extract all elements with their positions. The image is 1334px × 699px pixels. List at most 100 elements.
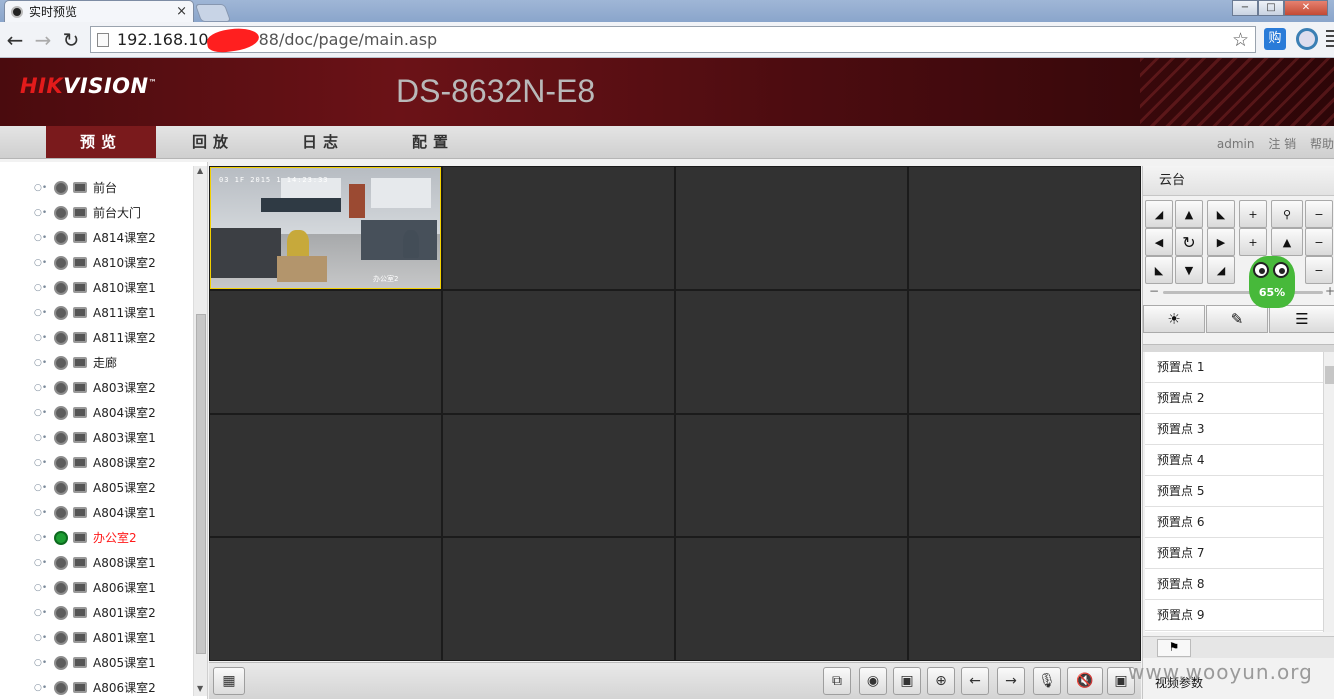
record-icon[interactable] xyxy=(73,532,87,543)
channel-item[interactable]: ○• 前台 xyxy=(34,175,117,200)
video-window[interactable] xyxy=(443,290,674,413)
channel-item[interactable]: ○• A801课室2 xyxy=(34,600,156,625)
preset-item[interactable]: 预置点 6 xyxy=(1145,507,1323,538)
record-icon[interactable] xyxy=(73,607,87,618)
camera-icon[interactable] xyxy=(54,455,68,470)
camera-icon[interactable] xyxy=(54,205,68,220)
video-window[interactable] xyxy=(676,167,907,289)
record-icon[interactable] xyxy=(73,457,87,468)
record-icon[interactable] xyxy=(73,307,87,318)
video-window[interactable] xyxy=(210,290,441,413)
ptz-up-right-icon[interactable]: ◣ xyxy=(1207,200,1235,228)
scroll-thumb[interactable] xyxy=(196,314,206,654)
zoom-icon[interactable]: ⊕ xyxy=(927,667,955,695)
channel-tree-scrollbar[interactable]: ▲ ▼ xyxy=(193,166,207,696)
video-window-live[interactable]: 03 1F 2015 1 14:23:33 办公室2 xyxy=(210,167,441,289)
microphone-icon[interactable]: 🎙 xyxy=(1033,667,1061,695)
camera-icon[interactable] xyxy=(54,580,68,595)
ptz-up-icon[interactable]: ▲ xyxy=(1175,200,1203,228)
video-window[interactable] xyxy=(676,538,907,660)
record-icon[interactable] xyxy=(73,182,87,193)
address-bar[interactable]: 192.168.10 88/doc/page/main.asp ☆ xyxy=(90,24,1256,55)
stop-all-icon[interactable]: ⧉ xyxy=(823,667,851,695)
record-icon[interactable] xyxy=(73,407,87,418)
record-icon[interactable] xyxy=(73,282,87,293)
camera-icon[interactable] xyxy=(54,630,68,645)
prev-page-icon[interactable]: ← xyxy=(961,667,989,695)
video-window[interactable] xyxy=(909,167,1140,289)
preset-tab-icon[interactable]: ⚑ xyxy=(1157,639,1191,657)
record-icon[interactable] xyxy=(73,682,87,693)
scroll-up-icon[interactable]: ▲ xyxy=(197,166,203,175)
camera-icon[interactable] xyxy=(54,405,68,420)
bookmark-star-icon[interactable]: ☆ xyxy=(1232,29,1249,51)
camera-icon[interactable] xyxy=(54,480,68,495)
channel-item[interactable]: ○• A804课室2 xyxy=(34,400,156,425)
video-window[interactable] xyxy=(909,414,1140,537)
record-icon[interactable] xyxy=(73,582,87,593)
record-icon[interactable] xyxy=(73,207,87,218)
video-window[interactable] xyxy=(443,538,674,660)
reload-icon[interactable]: ↻ xyxy=(58,27,84,53)
camera-icon[interactable] xyxy=(54,380,68,395)
video-window[interactable] xyxy=(210,414,441,537)
camera-icon[interactable] xyxy=(54,605,68,620)
ptz-left-icon[interactable]: ◀ xyxy=(1145,228,1173,256)
preset-scrollbar[interactable] xyxy=(1323,352,1334,632)
ptz-speed-slider[interactable]: − + xyxy=(1145,284,1334,300)
zoom-out-icon[interactable]: − xyxy=(1305,200,1333,228)
preset-item[interactable]: 预置点 5 xyxy=(1145,476,1323,507)
layout-grid-icon[interactable]: ▦ xyxy=(213,667,245,695)
close-window-button[interactable]: ✕ xyxy=(1284,0,1328,16)
zoom-in-icon[interactable]: + xyxy=(1239,200,1267,228)
ptz-right-icon[interactable]: ▶ xyxy=(1207,228,1235,256)
record-icon[interactable] xyxy=(73,557,87,568)
ptz-down-icon[interactable]: ▼ xyxy=(1175,256,1203,284)
browser-menu-icon[interactable] xyxy=(1326,30,1334,48)
record-icon[interactable] xyxy=(73,432,87,443)
new-tab-button[interactable] xyxy=(194,4,232,22)
back-icon[interactable]: ← xyxy=(2,27,28,53)
camera-icon[interactable] xyxy=(54,355,68,370)
video-window[interactable] xyxy=(909,290,1140,413)
channel-item[interactable]: ○• 办公室2 xyxy=(34,525,137,550)
channel-item[interactable]: ○• A805课室1 xyxy=(34,650,156,675)
channel-item[interactable]: ○• A811课室1 xyxy=(34,300,156,325)
record-icon[interactable] xyxy=(73,357,87,368)
extension-icon[interactable] xyxy=(1296,28,1318,50)
menu-log[interactable]: 日志 xyxy=(268,126,378,158)
ptz-up-left-icon[interactable]: ◢ xyxy=(1145,200,1173,228)
shopping-extension-icon[interactable]: 购 xyxy=(1264,28,1286,50)
channel-item[interactable]: ○• A803课室2 xyxy=(34,375,156,400)
menu-config[interactable]: 配置 xyxy=(378,126,488,158)
ptz-auto-icon[interactable]: ↻ xyxy=(1175,228,1203,256)
mascot-overlay[interactable]: 65% xyxy=(1243,250,1301,312)
record-icon[interactable] xyxy=(73,482,87,493)
focus-far-icon[interactable]: − xyxy=(1305,228,1333,256)
channel-item[interactable]: ○• A804课室1 xyxy=(34,500,156,525)
ptz-down-right-icon[interactable]: ◢ xyxy=(1207,256,1235,284)
menu-preview[interactable]: 预览 xyxy=(46,126,156,158)
tab-close-icon[interactable]: × xyxy=(176,4,187,19)
menu-playback[interactable]: 回放 xyxy=(158,126,268,158)
record-icon[interactable] xyxy=(73,257,87,268)
channel-item[interactable]: ○• 走廊 xyxy=(34,350,117,375)
channel-item[interactable]: ○• A811课室2 xyxy=(34,325,156,350)
record-icon[interactable] xyxy=(73,332,87,343)
browser-tab[interactable]: 实时预览 × xyxy=(4,0,194,22)
preset-item[interactable]: 预置点 7 xyxy=(1145,538,1323,569)
record-icon[interactable]: ▣ xyxy=(893,667,921,695)
video-window[interactable] xyxy=(443,167,674,289)
preset-item[interactable]: 预置点 1 xyxy=(1145,352,1323,383)
camera-icon[interactable] xyxy=(54,430,68,445)
record-icon[interactable] xyxy=(73,232,87,243)
iris-close-icon[interactable]: − xyxy=(1305,256,1333,284)
next-page-icon[interactable]: → xyxy=(997,667,1025,695)
channel-item[interactable]: ○• A806课室1 xyxy=(34,575,156,600)
preset-item[interactable]: 预置点 3 xyxy=(1145,414,1323,445)
channel-item[interactable]: ○• A808课室1 xyxy=(34,550,156,575)
video-window[interactable] xyxy=(443,414,674,537)
channel-item[interactable]: ○• A803课室1 xyxy=(34,425,156,450)
video-window[interactable] xyxy=(676,414,907,537)
preset-item[interactable]: 预置点 4 xyxy=(1145,445,1323,476)
